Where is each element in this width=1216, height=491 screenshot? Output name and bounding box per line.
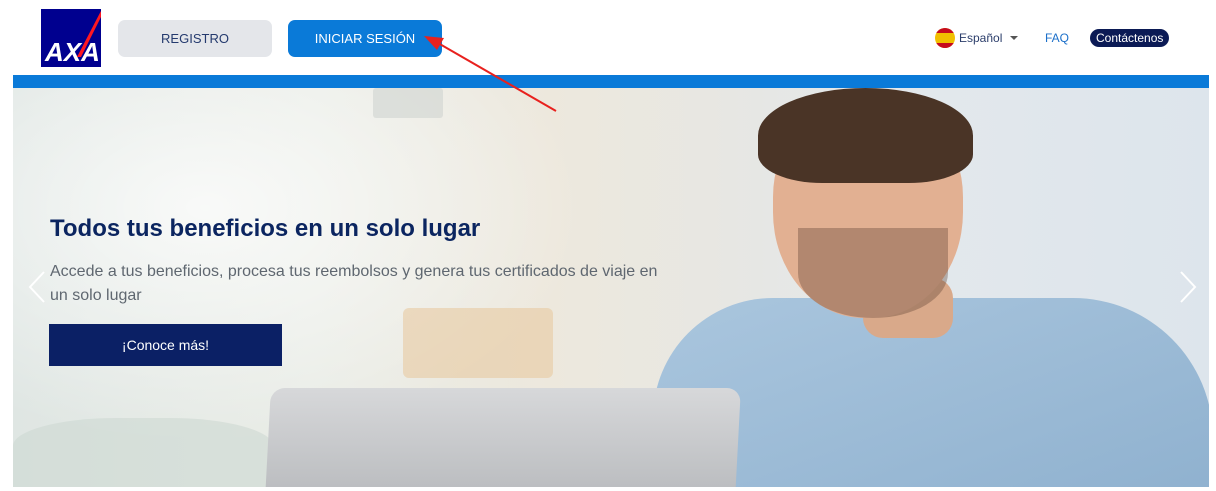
background-window (373, 88, 443, 118)
svg-text:AXA: AXA (44, 37, 100, 67)
person-beard (798, 228, 948, 318)
caret-down-icon (1010, 36, 1019, 40)
axa-logo[interactable]: AXA (41, 9, 101, 67)
register-button[interactable]: REGISTRO (118, 20, 272, 57)
chevron-right-icon (1180, 271, 1197, 303)
hero-banner: Todos tus beneficios en un solo lugar Ac… (13, 88, 1209, 487)
chevron-left-icon (28, 271, 45, 303)
background-lamp (403, 308, 553, 378)
page: AXA REGISTRO INICIAR SESIÓN Español FAQ … (0, 0, 1216, 491)
header-divider-bar (13, 75, 1209, 88)
faq-link[interactable]: FAQ (1045, 31, 1069, 45)
language-label: Español (959, 31, 1003, 45)
carousel-next-button[interactable] (1179, 270, 1197, 304)
language-selector[interactable]: Español (935, 28, 1019, 48)
hero-title: Todos tus beneficios en un solo lugar (50, 215, 481, 242)
hero-subtitle: Accede a tus beneficios, procesa tus ree… (50, 263, 658, 304)
contact-button[interactable]: Contáctenos (1090, 29, 1170, 47)
login-button[interactable]: INICIAR SESIÓN (288, 20, 442, 57)
header: AXA REGISTRO INICIAR SESIÓN Español FAQ … (0, 0, 1216, 75)
carousel-prev-button[interactable] (28, 270, 46, 304)
laptop-image (265, 388, 741, 487)
spain-flag-icon (935, 28, 955, 48)
background-plant (13, 418, 273, 487)
learn-more-button[interactable]: ¡Conoce más! (49, 324, 282, 366)
person-hair (758, 88, 973, 183)
